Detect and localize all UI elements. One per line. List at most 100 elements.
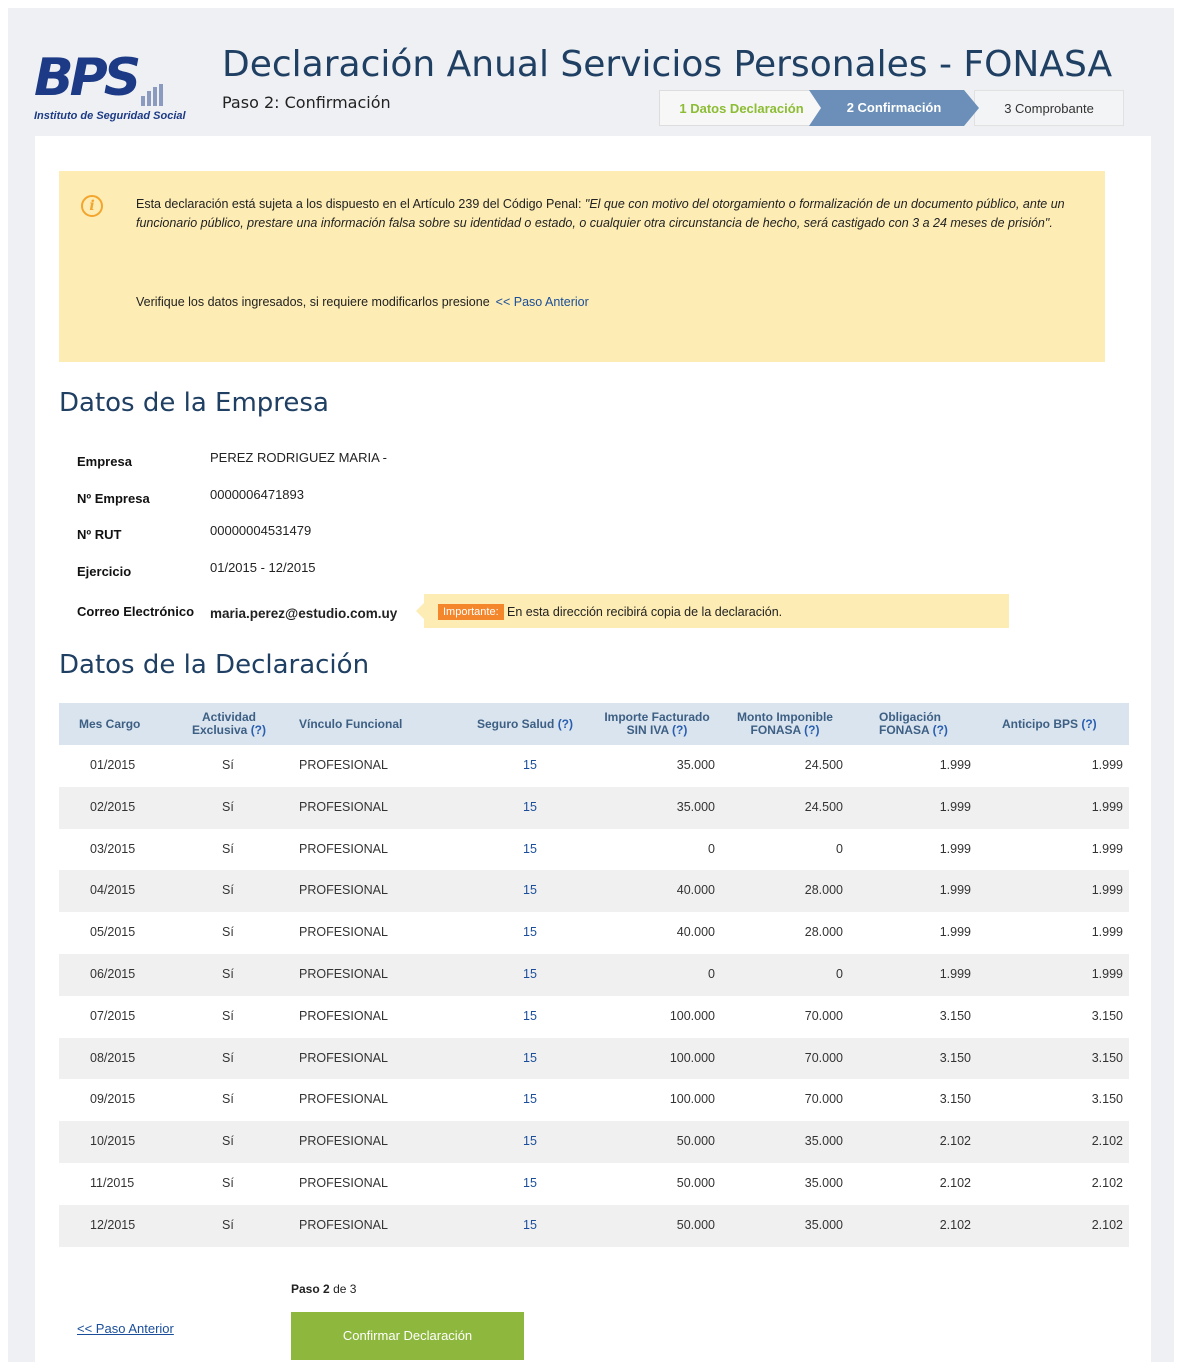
seguro-salud-link[interactable]: 15: [523, 996, 537, 1038]
vinculo-cell: PROFESIONAL: [299, 1050, 388, 1065]
seguro-salud-link[interactable]: 15: [523, 787, 537, 829]
actividad-cell: Sí: [222, 1050, 234, 1065]
step-indicator: Paso 2 de 3: [291, 1282, 357, 1296]
verify-text: Verifique los datos ingresados, si requi…: [136, 295, 490, 309]
step-comprobante: 3 Comprobante: [974, 90, 1124, 126]
obligacion-cell: 2.102: [939, 1134, 971, 1149]
help-icon[interactable]: (?): [251, 723, 266, 737]
mes-cargo-cell: 10/2015: [90, 1134, 136, 1149]
actividad-cell: Sí: [222, 1175, 234, 1190]
col-anticipo-bps: Anticipo BPS (?): [1002, 716, 1097, 731]
table-row: 12/2015 Sí PROFESIONAL 15 50.000 35.000 2.102 2…: [59, 1204, 1129, 1247]
confirm-declaration-button[interactable]: Confirmar Declaración: [291, 1312, 524, 1360]
col-monto-imponible: Monto Imponible FONASA (?): [737, 710, 833, 737]
seguro-salud-link[interactable]: 15: [523, 954, 537, 996]
main-panel: i Esta declaración está sujeta a los dis…: [35, 136, 1151, 1362]
help-icon[interactable]: (?): [933, 723, 948, 737]
importe-cell: 50.000: [676, 1217, 715, 1232]
help-icon[interactable]: (?): [1081, 717, 1096, 731]
anticipo-cell: 2.102: [1091, 1134, 1123, 1149]
notice-text: Esta declaración está sujeta a los dispu…: [136, 195, 1076, 233]
ejercicio-value: 01/2015 - 12/2015: [210, 560, 316, 575]
seguro-salud-link[interactable]: 15: [523, 870, 537, 912]
seguro-salud-link[interactable]: 15: [523, 1079, 537, 1121]
nro-empresa-label: Nº Empresa: [77, 491, 150, 506]
tooltip-arrow: [416, 603, 424, 619]
mes-cargo-cell: 02/2015: [90, 799, 136, 814]
col-mes-cargo: Mes Cargo: [79, 716, 141, 731]
table-row: 09/2015 Sí PROFESIONAL 15 100.000 70.000 3.150…: [59, 1079, 1129, 1122]
table-row: 04/2015 Sí PROFESIONAL 15 40.000 28.000 1.999 1…: [59, 870, 1129, 913]
obligacion-cell: 1.999: [939, 925, 971, 940]
declaracion-table: Mes Cargo Actividad Exclusiva (?) Víncul…: [59, 703, 1129, 1247]
monto-imponible-cell: 70.000: [804, 1050, 843, 1065]
monto-imponible-cell: 70.000: [804, 1092, 843, 1107]
seguro-salud-link[interactable]: 15: [523, 1121, 537, 1163]
obligacion-cell: 2.102: [939, 1217, 971, 1232]
seguro-salud-link[interactable]: 15: [523, 745, 537, 787]
vinculo-cell: PROFESIONAL: [299, 1217, 388, 1232]
obligacion-cell: 1.999: [939, 966, 971, 981]
vinculo-cell: PROFESIONAL: [299, 799, 388, 814]
ejercicio-label: Ejercicio: [77, 564, 132, 579]
obligacion-cell: 1.999: [939, 841, 971, 856]
wizard-steps: 1 Datos Declaración 3 Comprobante 2 Conf…: [659, 90, 1124, 126]
col-obligacion: Obligación FONASA (?): [879, 710, 948, 737]
prev-step-link[interactable]: << Paso Anterior: [77, 1321, 174, 1336]
vinculo-cell: PROFESIONAL: [299, 966, 388, 981]
legal-notice: i Esta declaración está sujeta a los dis…: [59, 171, 1105, 362]
seguro-salud-link[interactable]: 15: [523, 1205, 537, 1247]
monto-imponible-cell: 0: [836, 841, 843, 856]
importe-cell: 40.000: [676, 883, 715, 898]
importe-cell: 100.000: [669, 1050, 715, 1065]
rut-label: Nº RUT: [77, 527, 122, 542]
importe-cell: 40.000: [676, 925, 715, 940]
help-icon[interactable]: (?): [804, 723, 819, 737]
nro-empresa-value: 0000006471893: [210, 487, 304, 502]
table-header: Mes Cargo Actividad Exclusiva (?) Víncul…: [59, 703, 1129, 745]
mes-cargo-cell: 04/2015: [90, 883, 136, 898]
mes-cargo-cell: 01/2015: [90, 758, 136, 772]
importe-cell: 50.000: [676, 1134, 715, 1149]
mes-cargo-cell: 11/2015: [90, 1175, 135, 1190]
obligacion-cell: 1.999: [939, 758, 971, 772]
table-row: 10/2015 Sí PROFESIONAL 15 50.000 35.000 2.102 2…: [59, 1121, 1129, 1163]
notice-verify: Verifique los datos ingresados, si requi…: [136, 295, 589, 309]
table-row: 03/2015 Sí PROFESIONAL 15 0 0 1.999 1.999: [59, 828, 1129, 871]
monto-imponible-cell: 24.500: [804, 799, 843, 814]
empresa-heading: Datos de la Empresa: [59, 388, 329, 418]
anticipo-cell: 2.102: [1091, 1217, 1123, 1232]
seguro-salud-link[interactable]: 15: [523, 912, 537, 954]
notice-prev-link[interactable]: << Paso Anterior: [496, 295, 589, 309]
anticipo-cell: 3.150: [1091, 1092, 1123, 1107]
vinculo-cell: PROFESIONAL: [299, 1134, 388, 1149]
important-badge: Importante:: [438, 604, 504, 620]
obligacion-cell: 1.999: [939, 883, 971, 898]
seguro-salud-link[interactable]: 15: [523, 1038, 537, 1080]
anticipo-cell: 1.999: [1091, 925, 1123, 940]
vinculo-cell: PROFESIONAL: [299, 883, 388, 898]
help-icon[interactable]: (?): [672, 723, 687, 737]
anticipo-cell: 1.999: [1091, 758, 1123, 772]
mes-cargo-cell: 08/2015: [90, 1050, 136, 1065]
step-datos-declaracion[interactable]: 1 Datos Declaración: [659, 90, 824, 126]
anticipo-cell: 3.150: [1091, 1050, 1123, 1065]
help-icon[interactable]: (?): [558, 717, 573, 731]
seguro-salud-link[interactable]: 15: [523, 829, 537, 871]
monto-imponible-cell: 0: [836, 966, 843, 981]
vinculo-cell: PROFESIONAL: [299, 1008, 388, 1023]
actividad-cell: Sí: [222, 1008, 234, 1023]
actividad-cell: Sí: [222, 966, 234, 981]
obligacion-cell: 2.102: [939, 1175, 971, 1190]
importe-cell: 35.000: [676, 758, 715, 772]
table-row: 07/2015 Sí PROFESIONAL 15 100.000 70.000 3.150…: [59, 995, 1129, 1038]
actividad-cell: Sí: [222, 1217, 234, 1232]
obligacion-cell: 3.150: [939, 1050, 971, 1065]
table-row: 02/2015 Sí PROFESIONAL 15 35.000 24.500 1.999 1…: [59, 786, 1129, 829]
seguro-salud-link[interactable]: 15: [523, 1163, 537, 1205]
actividad-cell: Sí: [222, 799, 234, 814]
page-frame: BPS Instituto de Seguridad Social Declar…: [8, 8, 1174, 1362]
page-title: Declaración Anual Servicios Personales -…: [222, 44, 1113, 85]
table-row: 05/2015 Sí PROFESIONAL 15 40.000 28.000 1.999 1…: [59, 912, 1129, 954]
info-icon: i: [81, 195, 103, 217]
